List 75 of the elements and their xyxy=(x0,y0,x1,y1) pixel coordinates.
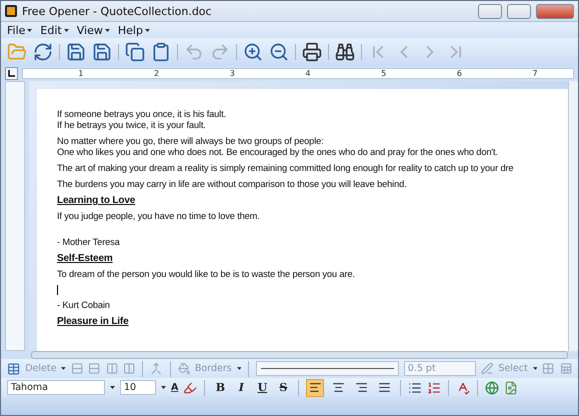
zoom-in-icon xyxy=(243,42,263,62)
document-text: One who likes you and one who does not. Be encouraged by the ones who do and pray for the ones who don't. xyxy=(57,147,499,158)
toolbar-button[interactable] xyxy=(300,40,324,64)
caret-icon xyxy=(64,28,69,32)
clipboard-icon xyxy=(151,42,171,62)
tab-stop-icon xyxy=(8,70,15,77)
document-text: If you judge people, you have no time to love them. xyxy=(57,211,261,222)
highlighter-icon[interactable] xyxy=(183,380,198,394)
caret-icon xyxy=(161,386,166,389)
document-text: If someone betrays you once, it is his fault. xyxy=(57,109,227,120)
image-icon[interactable] xyxy=(504,380,518,394)
document-text: If he betrays you twice, it is your fault. xyxy=(57,120,207,131)
ruler-number: 1 xyxy=(78,69,84,78)
align-icon xyxy=(378,381,391,394)
menu-item[interactable]: Edit xyxy=(40,24,62,36)
menu-item[interactable]: File xyxy=(7,24,26,36)
document-heading: Learning to Love xyxy=(57,195,136,206)
maximize-button[interactable] xyxy=(507,4,531,18)
zoom-out-icon xyxy=(269,42,289,62)
tab-stop-button[interactable] xyxy=(5,67,18,80)
document-heading: Self-Esteem xyxy=(57,253,114,264)
vertical-scrollbar[interactable] xyxy=(568,81,578,351)
caret-icon xyxy=(27,28,32,32)
document-text: - Kurt Cobain xyxy=(57,300,111,311)
text-style-button[interactable]: B xyxy=(212,380,228,396)
document-text: To dream of the person you would like to be is to waste the person you are. xyxy=(57,269,356,280)
app-icon xyxy=(5,5,17,17)
caret-icon xyxy=(104,28,110,32)
binoculars-icon xyxy=(335,42,355,62)
ruler-number: 3 xyxy=(230,69,235,78)
undo-icon xyxy=(184,42,204,62)
ruler-number: 2 xyxy=(154,69,160,78)
folder-icon xyxy=(7,42,27,62)
ruler-number: 7 xyxy=(532,69,538,78)
caret-icon xyxy=(144,28,150,32)
font-dropdown[interactable]: Tahoma xyxy=(7,380,105,395)
align-icon xyxy=(308,381,322,394)
font-color-button[interactable]: A xyxy=(171,382,178,393)
bullet-list-icon[interactable] xyxy=(408,380,422,394)
text-cursor xyxy=(57,285,58,295)
minimize-button[interactable] xyxy=(478,4,502,18)
ruler-number: 4 xyxy=(305,69,310,78)
copy-icon xyxy=(125,42,145,62)
numbered-list-icon[interactable] xyxy=(427,380,442,394)
refresh-icon xyxy=(33,42,53,62)
floppy-icon xyxy=(92,42,112,62)
close-button[interactable] xyxy=(536,4,574,18)
font-size-dropdown[interactable]: 10 xyxy=(120,380,156,395)
text-style-button[interactable]: I xyxy=(233,380,250,396)
document-heading: Pleasure in Life xyxy=(57,316,130,327)
caret-icon xyxy=(61,367,66,370)
printer-icon xyxy=(302,42,322,62)
ruler-number: 6 xyxy=(456,69,462,78)
redo-icon xyxy=(210,42,230,62)
menu-item[interactable]: View xyxy=(76,24,103,36)
document-text: No matter where you go, there will always be two groups of people: xyxy=(57,136,325,147)
caret-icon xyxy=(236,367,242,370)
horizontal-scrollbar[interactable] xyxy=(31,351,568,359)
align-icon xyxy=(332,381,345,394)
align-icon xyxy=(354,381,368,394)
document-text: - Mother Teresa xyxy=(57,237,121,248)
toolbar-button[interactable] xyxy=(123,40,147,64)
menu-item[interactable]: Help xyxy=(118,24,143,36)
spell-check-icon[interactable] xyxy=(456,380,470,394)
globe-icon[interactable] xyxy=(485,380,500,394)
text-style-button[interactable]: U xyxy=(254,380,270,396)
ruler-number: 5 xyxy=(381,69,386,78)
document-text: The burdens you may carry in life are without comparison to those you will leave behind. xyxy=(57,179,408,190)
caret-icon xyxy=(110,386,115,389)
document-text: The art of making your dream a reality is simply remaining committed long enough for reality to catch up to your dre xyxy=(57,163,514,174)
window-title: Free Opener - QuoteCollection.doc xyxy=(22,4,213,18)
align-button[interactable] xyxy=(306,378,324,396)
caret-icon xyxy=(532,367,538,370)
floppy-icon xyxy=(66,42,86,62)
text-style-button[interactable]: S xyxy=(275,380,292,396)
